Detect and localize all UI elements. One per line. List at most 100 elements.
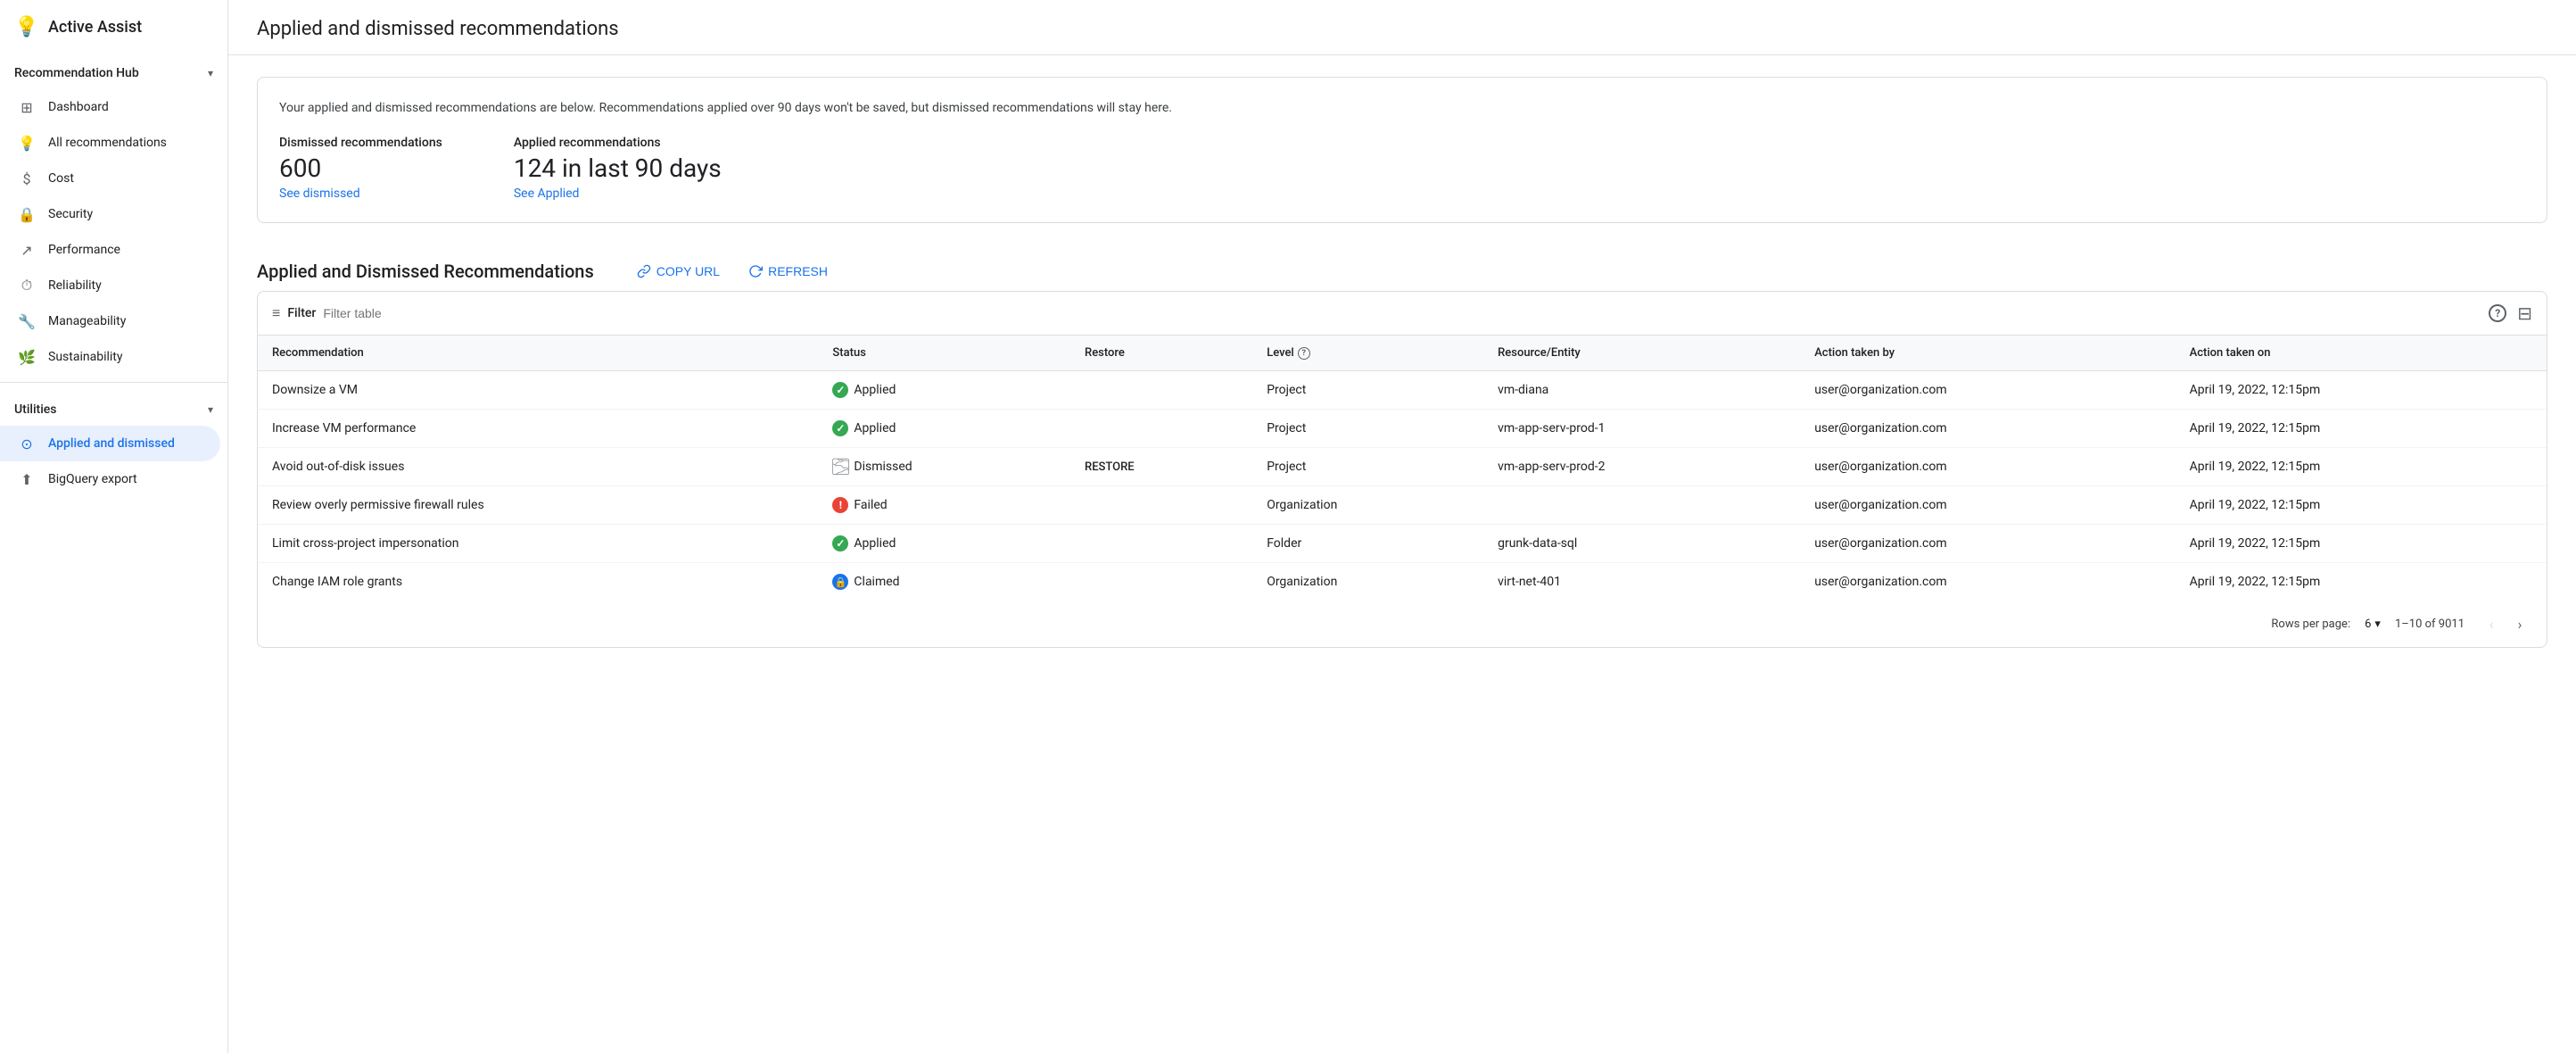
cell-action-on: April 19, 2022, 12:15pm <box>2176 371 2547 410</box>
applied-count: 124 in last 90 days <box>514 153 722 183</box>
sidebar-item-reliability[interactable]: ⏱ Reliability <box>0 268 220 303</box>
next-page-button[interactable]: › <box>2507 611 2532 636</box>
col-action-on: Action taken on <box>2176 336 2547 371</box>
table-row: Increase VM performance ✓ Applied Projec… <box>258 410 2547 448</box>
sidebar-app-title: Active Assist <box>48 18 142 37</box>
recommendations-table: Recommendation Status Restore Level ? Re… <box>258 336 2547 601</box>
cell-resource: grunk-data-sql <box>1483 525 1800 563</box>
cell-action-on: April 19, 2022, 12:15pm <box>2176 563 2547 601</box>
prev-page-button[interactable]: ‹ <box>2479 611 2504 636</box>
cell-status: ✓ Applied <box>818 525 1070 563</box>
cell-restore[interactable]: RESTORE <box>1070 448 1252 486</box>
cell-status: 🔒 Claimed <box>818 563 1070 601</box>
restore-button[interactable]: RESTORE <box>1085 460 1135 474</box>
cell-action-on: April 19, 2022, 12:15pm <box>2176 448 2547 486</box>
sidebar-item-sustainability[interactable]: 🌿 Sustainability <box>0 339 220 375</box>
sidebar-item-performance[interactable]: ↗ Performance <box>0 232 220 268</box>
col-action-by: Action taken by <box>1800 336 2175 371</box>
rows-dropdown-icon: ▾ <box>2374 618 2381 631</box>
sidebar-item-dashboard-label: Dashboard <box>48 100 109 114</box>
cell-action-by: user@organization.com <box>1800 448 2175 486</box>
cell-restore <box>1070 486 1252 525</box>
dismissed-stat: Dismissed recommendations 600 See dismis… <box>279 136 442 201</box>
cell-resource: vm-app-serv-prod-2 <box>1483 448 1800 486</box>
cell-recommendation: Limit cross-project impersonation <box>258 525 818 563</box>
sidebar-item-applied-dismissed-label: Applied and dismissed <box>48 436 175 451</box>
cell-action-by: user@organization.com <box>1800 371 2175 410</box>
cell-resource <box>1483 486 1800 525</box>
sidebar-divider <box>0 382 227 383</box>
refresh-button[interactable]: REFRESH <box>741 259 835 284</box>
applied-stat: Applied recommendations 124 in last 90 d… <box>514 136 722 201</box>
sidebar-item-applied-dismissed[interactable]: ⊙ Applied and dismissed <box>0 426 220 461</box>
sidebar-item-sustainability-label: Sustainability <box>48 350 122 364</box>
applied-dismissed-icon: ⊙ <box>18 435 36 452</box>
status-label: Dismissed <box>854 460 912 474</box>
applied-label: Applied recommendations <box>514 136 722 150</box>
status-icon: ! <box>832 497 848 513</box>
table-section-header: Applied and Dismissed Recommendations CO… <box>228 245 2576 291</box>
sidebar-item-manageability-label: Manageability <box>48 314 126 328</box>
sidebar-item-bigquery-export[interactable]: ⬆ BigQuery export <box>0 461 220 497</box>
col-restore: Restore <box>1070 336 1252 371</box>
cell-level: Organization <box>1252 563 1483 601</box>
sidebar-item-dashboard[interactable]: ⊞ Dashboard <box>0 89 220 125</box>
status-label: Applied <box>854 383 896 397</box>
see-dismissed-link[interactable]: See dismissed <box>279 187 442 201</box>
sidebar-item-cost[interactable]: $ Cost <box>0 161 220 196</box>
recommendation-hub-toggle[interactable]: Recommendation Hub ▾ <box>0 57 227 89</box>
sidebar-item-reliability-label: Reliability <box>48 278 102 293</box>
bigquery-export-icon: ⬆ <box>18 470 36 488</box>
table-row: Limit cross-project impersonation ✓ Appl… <box>258 525 2547 563</box>
cell-restore <box>1070 371 1252 410</box>
cell-recommendation: Review overly permissive firewall rules <box>258 486 818 525</box>
cell-resource: virt-net-401 <box>1483 563 1800 601</box>
table-header: Recommendation Status Restore Level ? Re… <box>258 336 2547 371</box>
utilities-label: Utilities <box>14 402 56 417</box>
col-level: Level ? <box>1252 336 1483 371</box>
copy-url-button[interactable]: COPY URL <box>630 259 727 284</box>
page-navigation: ‹ › <box>2479 611 2532 636</box>
recommendations-table-container: ≡ Filter ? ⊟ Recommendation Status Resto… <box>257 291 2547 648</box>
table-help-icon[interactable]: ? <box>2489 304 2506 322</box>
cell-level: Project <box>1252 371 1483 410</box>
cell-status: ! Failed <box>818 486 1070 525</box>
sidebar-item-security[interactable]: 🔒 Security <box>0 196 220 232</box>
status-icon: 🌫 <box>832 459 848 475</box>
active-assist-logo-icon: 💡 <box>14 14 39 39</box>
status-label: Claimed <box>854 575 899 589</box>
table-row: Downsize a VM ✓ Applied Project vm-diana… <box>258 371 2547 410</box>
stats-row: Dismissed recommendations 600 See dismis… <box>279 136 2525 201</box>
recommendation-hub-chevron-icon: ▾ <box>208 67 213 79</box>
filter-label: Filter <box>287 306 316 320</box>
sidebar-item-performance-label: Performance <box>48 243 120 257</box>
section-title: Applied and Dismissed Recommendations <box>257 261 594 282</box>
filter-input[interactable] <box>323 306 2481 320</box>
see-applied-link[interactable]: See Applied <box>514 187 722 201</box>
rows-per-page-value: 6 <box>2365 618 2371 631</box>
status-icon: ✓ <box>832 382 848 398</box>
status-icon: ✓ <box>832 535 848 551</box>
cell-level: Project <box>1252 410 1483 448</box>
all-recommendations-icon: 💡 <box>18 134 36 152</box>
status-icon: ✓ <box>832 420 848 436</box>
filter-row: ≡ Filter ? ⊟ <box>258 292 2547 336</box>
status-icon: 🔒 <box>832 574 848 590</box>
manageability-icon: 🔧 <box>18 312 36 330</box>
cell-action-on: April 19, 2022, 12:15pm <box>2176 410 2547 448</box>
sidebar-item-all-recommendations-label: All recommendations <box>48 136 167 150</box>
utilities-toggle[interactable]: Utilities ▾ <box>0 394 227 426</box>
sidebar-item-bigquery-export-label: BigQuery export <box>48 472 137 486</box>
refresh-label: REFRESH <box>768 264 828 278</box>
sidebar-item-security-label: Security <box>48 207 93 221</box>
utilities-section: Utilities ▾ ⊙ Applied and dismissed ⬆ Bi… <box>0 394 227 497</box>
rows-per-page-select[interactable]: 6 ▾ <box>2365 618 2381 631</box>
columns-toggle-icon[interactable]: ⊟ <box>2517 303 2532 324</box>
cell-recommendation: Change IAM role grants <box>258 563 818 601</box>
recommendation-hub-label: Recommendation Hub <box>14 66 139 80</box>
recommendation-hub-items: ⊞ Dashboard 💡 All recommendations $ Cost… <box>0 89 227 375</box>
level-help-icon[interactable]: ? <box>1298 347 1310 360</box>
cell-restore <box>1070 563 1252 601</box>
sidebar-item-all-recommendations[interactable]: 💡 All recommendations <box>0 125 220 161</box>
sidebar-item-manageability[interactable]: 🔧 Manageability <box>0 303 220 339</box>
